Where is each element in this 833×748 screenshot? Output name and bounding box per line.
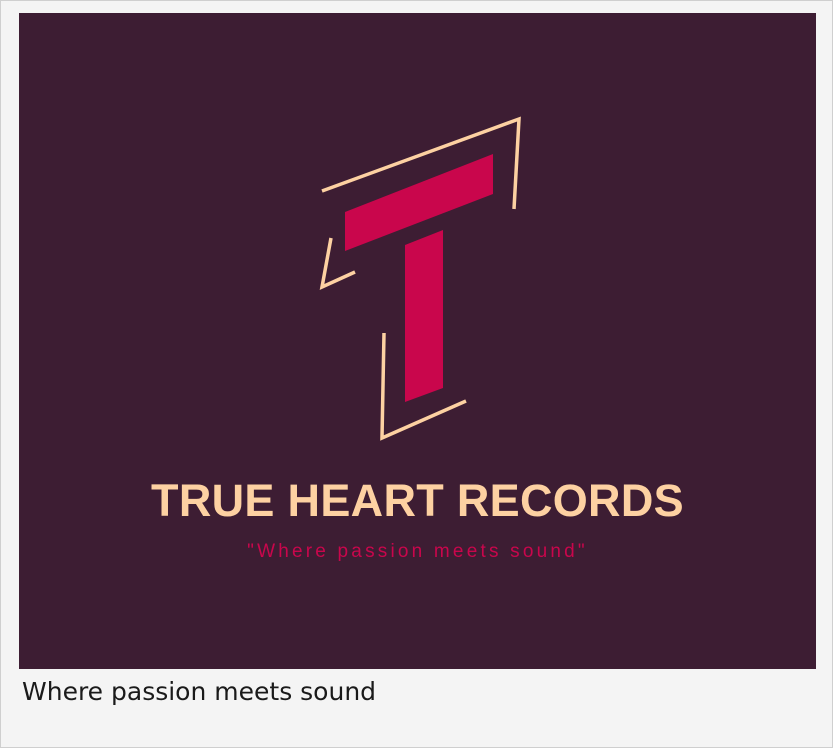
image-caption: Where passion meets sound: [22, 677, 377, 706]
t-crossbar: [345, 154, 493, 251]
brand-name: TRUE HEART RECORDS: [151, 475, 684, 526]
logo-image: TRUE HEART RECORDS "Where passion meets …: [19, 13, 816, 669]
image-card: TRUE HEART RECORDS "Where passion meets …: [0, 0, 833, 748]
t-stem: [405, 230, 443, 402]
t-monogram-icon: [319, 116, 521, 441]
logo-tagline: "Where passion meets sound": [247, 541, 588, 562]
